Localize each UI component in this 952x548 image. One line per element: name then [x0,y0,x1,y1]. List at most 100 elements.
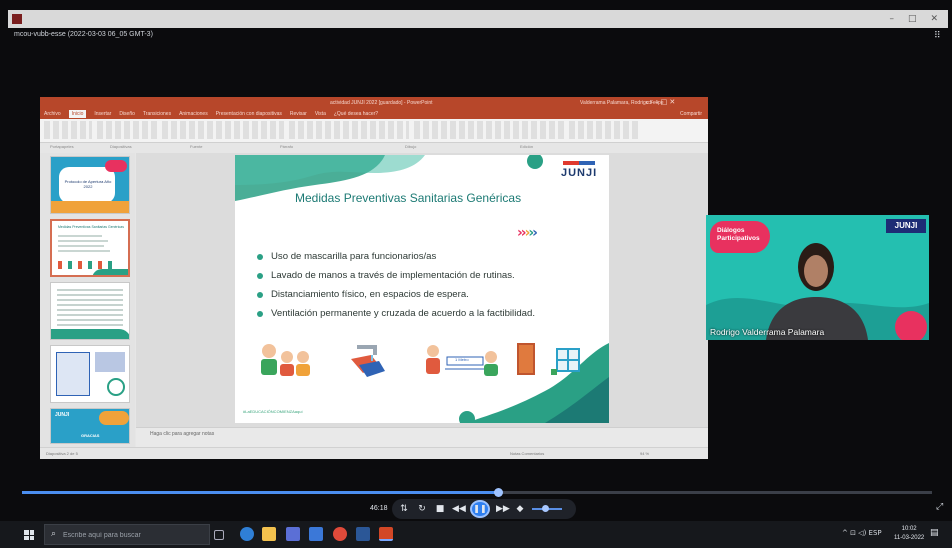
bullet-lavado-manos: Lavado de manos a través de implementaci… [257,270,535,281]
share-button[interactable]: Compartir [680,111,708,117]
system-tray[interactable]: ^ ⊡ ◁) ESP [842,529,882,537]
notes-comments-toggle[interactable]: Notas Comentarios [510,451,544,456]
label-diapositivas: Diapositivas [110,144,132,149]
ribbon-group-slides[interactable] [97,121,157,139]
zoom-level[interactable]: 94 % [640,451,649,456]
recording-title: mcou-vubb-esse (2022-03-03 06_05 GMT-3) [14,31,153,38]
windows-taskbar: ⌕ ^ ⊡ ◁) ESP 10:02 11-03-2022 ▤ [0,521,952,548]
bullet-distanciamiento: Distanciamiento físico, en espacios de e… [257,289,535,300]
store-icon[interactable] [286,527,300,541]
seek-progress [22,491,498,494]
thumbnail-1-title: Protocolo de Apertura Año 2022 [64,179,112,189]
thumbnail-2-title: Medidas Preventivas Sanitarias Genéricas [58,225,124,229]
clock-time: 10:02 [901,526,917,532]
taskbar-search-input[interactable] [63,528,203,542]
fast-forward-button[interactable]: ▶▶ [496,504,510,514]
slide-thumbnails-pane: 1 Protocolo de Apertura Año 2022 2 Medid… [40,153,135,447]
slide-illustrations [261,343,580,377]
edge-browser-icon[interactable] [240,527,254,541]
ribbon-group-font[interactable] [162,121,284,139]
handwashing-icon [351,345,385,377]
ribbon-group-editing[interactable] [569,121,639,139]
tab-revisar[interactable]: Revisar [290,111,307,117]
current-slide[interactable]: JUNJI Medidas Preventivas Sanitarias Gen… [235,155,609,423]
tab-inicio[interactable]: Inicio [68,110,87,118]
ribbon [40,119,708,143]
clock-date: 11-03-2022 [894,535,925,541]
label-portapapeles: Portapapeles [50,144,74,149]
ribbon-group-paragraph[interactable] [289,121,409,139]
tab-transiciones[interactable]: Transiciones [143,111,171,117]
minimize-button[interactable]: – [889,14,894,24]
player-controls: ⇅ ↻ ■ ◀◀ ❚❚ ▶▶ ◆ [392,499,576,519]
notes-pane[interactable]: Haga clic para agregar notas [136,427,708,447]
chrome-icon[interactable] [333,527,347,541]
powerpoint-window: actividad JUNJI 2022 [guardado] - PowerP… [40,97,708,459]
thumbnail-slide-1[interactable]: 1 Protocolo de Apertura Año 2022 [50,156,130,214]
bullet-mascarilla: Uso de mascarilla para funcionarios/as [257,251,535,262]
tab-archivo[interactable]: Archivo [44,111,61,117]
tab-animaciones[interactable]: Animaciones [179,111,208,117]
taskbar-search[interactable]: ⌕ [44,524,210,545]
label-parrafo: Párrafo [280,144,294,149]
stop-button[interactable]: ■ [434,504,446,514]
search-icon: ⌕ [51,529,57,539]
tell-me-search[interactable]: ¿Qué desea hacer? [334,111,378,117]
word-icon[interactable] [356,527,370,541]
label-edicion: Edición [520,144,534,149]
webcam-junji-logo: JUNJI [886,219,926,233]
powerpoint-titlebar: actividad JUNJI 2022 [guardado] - PowerP… [40,97,708,109]
file-explorer-icon[interactable] [262,527,276,541]
slide-hashtag: #LaEDUCACIÓNCOMIENZAaquí [243,409,303,414]
participant-name: Rodrigo Valderrama Palamara [710,327,825,337]
slide-counter: Diapositiva 2 de 5 [46,451,78,456]
junji-logo: JUNJI [561,167,598,179]
task-view-icon[interactable] [214,530,224,540]
notifications-icon[interactable]: ▤ [930,528,939,538]
repeat-icon[interactable]: ↻ [416,504,428,514]
chevron-arrows-icon: ››››› [517,225,538,241]
people-masks-icon [261,344,310,376]
tab-diseno[interactable]: Diseño [119,111,135,117]
pause-button[interactable]: ❚❚ [470,500,490,518]
distance-sign-label: 1 Metro [455,357,469,362]
powerpoint-taskbar-icon[interactable] [379,527,393,541]
bullet-ventilacion: Ventilación permanente y cruzada de acue… [257,308,535,319]
fullscreen-icon[interactable]: ⤢ [936,502,943,512]
windows-start-icon[interactable] [24,530,34,540]
tab-presentacion[interactable]: Presentación con diapositivas [216,111,282,117]
thumbnail-slide-3[interactable]: 3 [50,282,130,340]
close-button[interactable]: ✕ [930,14,938,24]
tab-insertar[interactable]: Insertar [94,111,111,117]
window-titlebar: – □ ✕ [8,10,948,28]
outlook-icon[interactable] [309,527,323,541]
webcam-video: Diálogos Participativos JUNJI Rodrigo Va… [706,215,929,340]
playback-time: 46:18 [370,505,388,512]
maximize-button[interactable]: □ [908,14,917,24]
more-options-icon[interactable]: ⠿ [934,31,941,41]
seek-handle[interactable] [493,488,503,497]
rewind-button[interactable]: ◀◀ [452,504,466,514]
seek-bar[interactable] [22,488,932,497]
volume-icon[interactable]: ◆ [514,504,526,514]
volume-slider[interactable] [532,505,562,512]
label-fuente: Fuente [190,144,203,149]
taskbar-clock[interactable]: 10:02 11-03-2022 [894,525,924,543]
powerpoint-title: actividad JUNJI 2022 [guardado] - PowerP… [330,100,433,106]
ribbon-tabs: Archivo Inicio Insertar Diseño Transicio… [40,109,708,119]
thumbnail-slide-2[interactable]: 2 Medidas Preventivas Sanitarias Genéric… [50,219,130,277]
ribbon-group-clipboard[interactable] [44,121,92,139]
slide-title: Medidas Preventivas Sanitarias Genéricas [295,191,522,205]
thumbnail-5-title: GRACIAS [81,433,100,438]
ribbon-group-labels: Portapapeles Diapositivas Fuente Párrafo… [40,143,708,151]
thumbnail-slide-4[interactable]: 4 [50,345,130,403]
ribbon-group-drawing[interactable] [414,121,564,139]
ventilation-door-window-icon [517,343,580,375]
desktop-screen: – □ ✕ mcou-vubb-esse (2022-03-03 06_05 G… [0,0,952,548]
shuffle-icon[interactable]: ⇅ [398,504,410,514]
slide-bullet-list: Uso de mascarilla para funcionarios/as L… [257,251,535,327]
powerpoint-window-controls[interactable]: ▭ – □ ✕ [646,98,675,106]
thumbnail-slide-5[interactable]: 5 JUNJI GRACIAS [50,408,130,444]
dialogos-participativos-badge: Diálogos Participativos [710,221,770,253]
tab-vista[interactable]: Vista [315,111,326,117]
